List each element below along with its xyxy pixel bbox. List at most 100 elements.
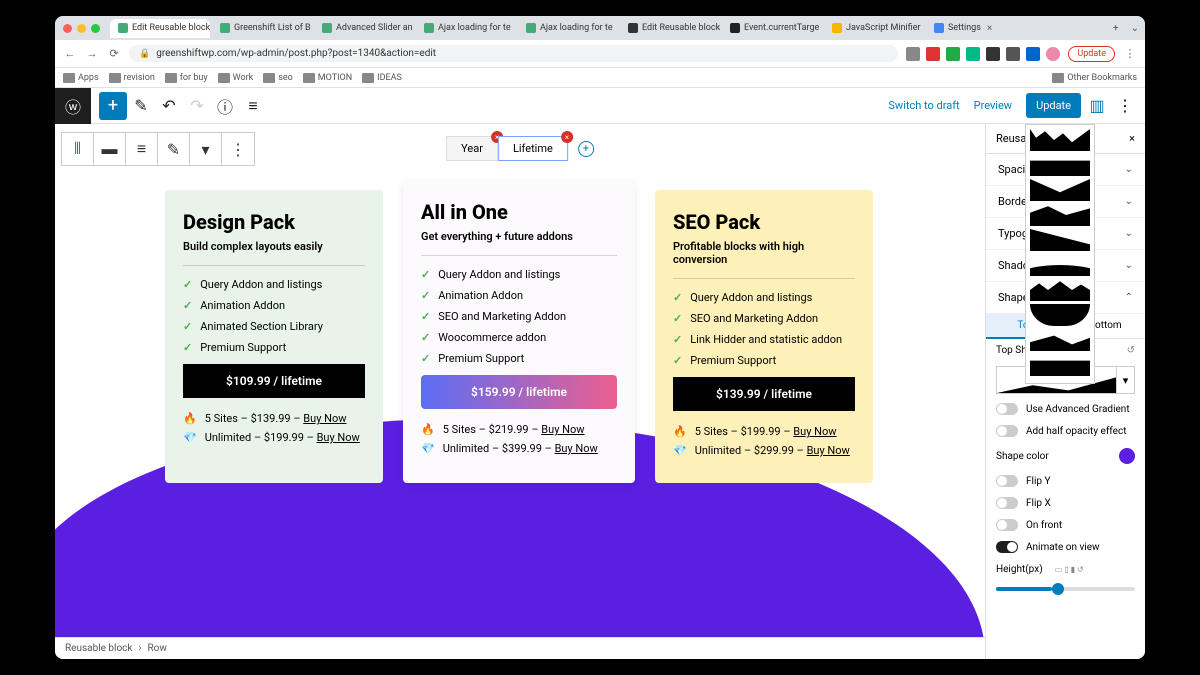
tab-year[interactable]: Year× (446, 136, 498, 161)
shape-option[interactable] (1030, 204, 1090, 226)
price-button[interactable]: $159.99 / lifetime (421, 375, 617, 409)
window-controls[interactable] (63, 24, 100, 33)
bookmark-item[interactable]: seo (263, 73, 293, 83)
responsive-icons[interactable]: ▭ ▯ ▮ ↺ (1055, 565, 1084, 574)
browser-update-button[interactable]: Update (1068, 46, 1115, 62)
add-tab-button[interactable]: + (578, 141, 594, 157)
close-icon[interactable]: × (1129, 132, 1135, 145)
url-input[interactable]: 🔒 greenshiftwp.com/wp-admin/post.php?pos… (129, 45, 898, 62)
buy-link[interactable]: Buy Now (555, 442, 598, 455)
redo-icon[interactable]: ↷ (183, 92, 211, 120)
preview-link[interactable]: Preview (974, 99, 1012, 112)
url-text: greenshiftwp.com/wp-admin/post.php?post=… (156, 48, 436, 59)
profile-avatar[interactable] (1046, 47, 1060, 61)
tab-lifetime[interactable]: Lifetime× (498, 136, 568, 161)
shape-option[interactable] (1030, 354, 1090, 376)
shape-option[interactable] (1030, 254, 1090, 276)
editor-canvas[interactable]: ⦀ ▬ ≡ ✎ ▾ ⋮ Year× Lifetime× + Design Pac… (55, 124, 985, 659)
toggle-flip-y[interactable] (996, 475, 1018, 487)
shape-option[interactable] (1030, 329, 1090, 351)
outline-icon[interactable]: ≡ (239, 92, 267, 120)
browser-tab[interactable]: Edit Reusable block× (110, 19, 210, 38)
browser-tab[interactable]: Ajax loading for te× (416, 19, 516, 38)
crumb-item[interactable]: Reusable block (65, 643, 132, 654)
shape-option[interactable] (1030, 154, 1090, 176)
add-block-button[interactable]: + (99, 92, 127, 120)
shape-option[interactable] (1030, 129, 1090, 151)
browser-tab[interactable]: Settings× (926, 19, 1000, 38)
pricing-card-design[interactable]: Design Pack Build complex layouts easily… (165, 190, 383, 483)
price-button[interactable]: $139.99 / lifetime (673, 377, 855, 411)
check-icon: ✓ (421, 289, 430, 302)
pricing-card-seo[interactable]: SEO Pack Profitable blocks with high con… (655, 190, 873, 483)
dropdown-icon[interactable]: ▾ (190, 133, 222, 165)
reload-icon[interactable]: ⟳ (107, 47, 121, 61)
ext-icon-1[interactable] (926, 47, 940, 61)
chevron-down-icon[interactable]: ▾ (1116, 367, 1134, 393)
bookmark-item[interactable]: for buy (165, 73, 208, 83)
row-block-icon[interactable]: ⦀ (62, 133, 94, 165)
justify-icon[interactable]: ≡ (126, 133, 158, 165)
info-icon[interactable]: ⓘ (211, 92, 239, 120)
browser-tab[interactable]: Advanced Slider an× (314, 19, 414, 38)
ext-icon-3[interactable] (966, 47, 980, 61)
shape-option[interactable] (1030, 179, 1090, 201)
edit-icon[interactable]: ✎ (127, 92, 155, 120)
tabs-menu-icon[interactable]: ⌄ (1125, 23, 1145, 34)
price-button[interactable]: $109.99 / lifetime (183, 364, 365, 398)
bookmark-item[interactable]: MOTION (303, 73, 352, 83)
forward-icon[interactable]: → (85, 47, 99, 61)
buy-link[interactable]: Buy Now (317, 431, 360, 444)
bookmark-item[interactable]: Apps (63, 73, 99, 83)
puzzle-icon[interactable] (1006, 47, 1020, 61)
pricing-card-all[interactable]: All in One Get everything + future addon… (403, 180, 635, 483)
toggle-flip-x[interactable] (996, 497, 1018, 509)
ext-icon-4[interactable] (986, 47, 1000, 61)
browser-tab[interactable]: Greenshift List of B× (212, 19, 312, 38)
reset-icon[interactable]: ↺ (1127, 345, 1135, 356)
undo-icon[interactable]: ↶ (155, 92, 183, 120)
close-icon[interactable]: × (561, 131, 573, 143)
ext-icon-2[interactable] (946, 47, 960, 61)
bookmark-item[interactable]: revision (109, 73, 155, 83)
settings-icon[interactable]: ▥ (1085, 94, 1109, 118)
buy-link[interactable]: Buy Now (541, 423, 584, 436)
shape-option[interactable] (1030, 229, 1090, 251)
browser-menu-icon[interactable]: ⋮ (1123, 47, 1137, 61)
ext-icon-5[interactable] (1026, 47, 1040, 61)
browser-tab[interactable]: Event.currentTarge× (722, 19, 822, 38)
options-icon[interactable]: ⋮ (1113, 94, 1137, 118)
toggle-on-front[interactable] (996, 519, 1018, 531)
buy-link[interactable]: Buy Now (807, 444, 850, 457)
shape-option[interactable] (1030, 279, 1090, 301)
gem-icon: 💎 (673, 444, 687, 457)
feature-item: ✓SEO and Marketing Addon (421, 310, 617, 323)
update-button[interactable]: Update (1026, 93, 1081, 118)
offer-row: 💎Unlimited – $399.99 – Buy Now (421, 442, 617, 455)
pencil-icon[interactable]: ✎ (158, 133, 190, 165)
wordpress-logo-icon[interactable]: ⓦ (55, 88, 91, 124)
shape-option[interactable] (1030, 304, 1090, 326)
back-icon[interactable]: ← (63, 47, 77, 61)
new-tab-button[interactable]: + (1107, 23, 1125, 34)
toggle-advanced-gradient[interactable] (996, 403, 1018, 415)
toggle-half-opacity[interactable] (996, 425, 1018, 437)
align-icon[interactable]: ▬ (94, 133, 126, 165)
browser-tab[interactable]: Edit Reusable block× (620, 19, 720, 38)
more-icon[interactable]: ⋮ (222, 133, 254, 165)
buy-link[interactable]: Buy Now (303, 412, 346, 425)
browser-tab[interactable]: JavaScript Minifier× (824, 19, 924, 38)
color-swatch[interactable] (1119, 448, 1135, 464)
browser-tab[interactable]: Ajax loading for te× (518, 19, 618, 38)
star-icon[interactable] (906, 47, 920, 61)
switch-draft-link[interactable]: Switch to draft (888, 99, 959, 112)
bookmark-item[interactable]: IDEAS (362, 73, 402, 83)
crumb-item[interactable]: Row (147, 643, 166, 654)
height-slider[interactable] (996, 587, 1135, 591)
toggle-animate[interactable] (996, 541, 1018, 553)
other-bookmarks[interactable]: Other Bookmarks (1052, 73, 1137, 83)
extensions (906, 47, 1060, 61)
feature-item: ✓Animated Section Library (183, 320, 365, 333)
buy-link[interactable]: Buy Now (793, 425, 836, 438)
bookmark-item[interactable]: Work (218, 73, 254, 83)
